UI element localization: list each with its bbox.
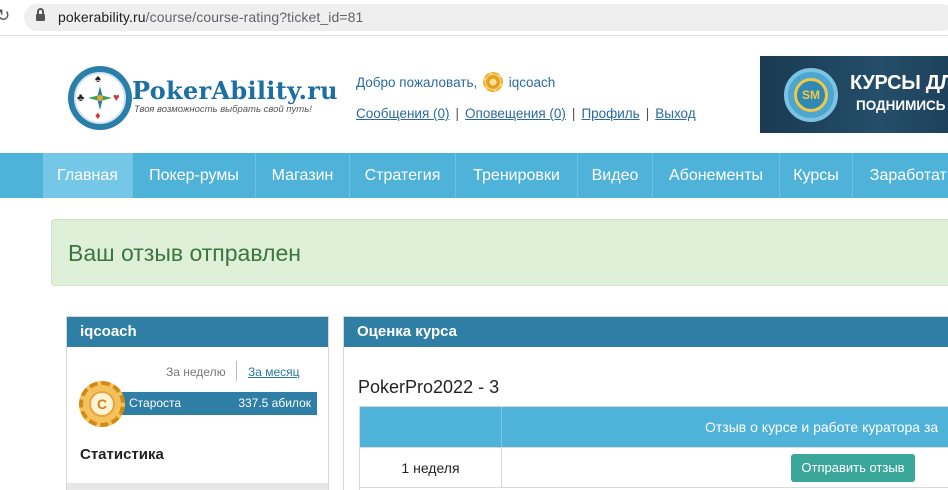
rank-points: 337.5 абилок (238, 396, 311, 410)
panel-footer (67, 483, 328, 490)
alert-message: Ваш отзыв отправлен (68, 240, 301, 266)
address-bar[interactable]: pokerability.ru/course/course-rating?tic… (24, 4, 948, 31)
logout-link[interactable]: Выход (655, 106, 695, 121)
nav-item-courses[interactable]: Курсы (780, 153, 853, 198)
nav-item-earn[interactable]: Заработать (853, 153, 948, 198)
heart-icon: ♥ (113, 92, 120, 104)
banner-logo-icon: SM (784, 68, 838, 122)
user-panel-title: iqcoach (67, 317, 328, 347)
rank-chip-icon: C (79, 381, 125, 427)
send-review-button[interactable]: Отправить отзыв (791, 454, 915, 482)
user-stats-panel: iqcoach За неделю За месяц Староста 337.… (66, 316, 329, 490)
period-week-tab[interactable]: За неделю (166, 365, 226, 379)
welcome-line: Добро пожаловать, iqcoach (356, 72, 555, 92)
rank-bar: Староста 337.5 абилок (103, 392, 317, 415)
course-rating-panel: Оценка курса PokerPro2022 - 3 Отзыв о ку… (343, 316, 948, 490)
welcome-text: Добро пожаловать, (356, 75, 478, 90)
success-alert: Ваш отзыв отправлен (51, 219, 948, 286)
nav-item-shop[interactable]: Магазин (256, 153, 350, 198)
nav-item-video[interactable]: Видео (578, 153, 653, 198)
browser-toolbar: ↻ pokerability.ru/course/course-rating?t… (0, 0, 948, 36)
nav-item-strategy[interactable]: Стратегия (350, 153, 456, 198)
week-cell: 1 неделя (360, 447, 502, 487)
table-header-cell: Отзыв о курсе и работе куратора за (502, 407, 948, 447)
row-divider (360, 487, 948, 488)
banner-subline: ПОДНИМИСЬ С МИ (856, 98, 948, 113)
spade-icon: ♠ (95, 73, 101, 85)
rank-name: Староста (129, 396, 182, 410)
table-row: Отправить отзыв (502, 447, 948, 487)
course-name: PokerPro2022 - 3 (358, 377, 500, 397)
nav-item-subscriptions[interactable]: Абонементы (653, 153, 780, 198)
brand-tagline: Твоя возможность выбрать свой путь! (134, 104, 312, 115)
period-month-tab[interactable]: За месяц (248, 365, 300, 379)
main-nav: Главная Покер-румы Магазин Стратегия Тре… (0, 153, 948, 198)
diamond-icon: ♦ (95, 110, 101, 122)
notifications-link[interactable]: Оповещения (0) (465, 106, 566, 121)
review-table: Отзыв о курсе и работе куратора за 1 нед… (359, 406, 948, 490)
period-divider (236, 361, 237, 381)
profile-link[interactable]: Профиль (581, 106, 639, 121)
welcome-username[interactable]: iqcoach (509, 75, 556, 90)
banner-headline: КУРСЫ ДЛЯ Н (850, 72, 948, 94)
compass-icon (88, 86, 112, 110)
url-text[interactable]: pokerability.ru/course/course-rating?tic… (58, 9, 363, 25)
nav-item-poker-rooms[interactable]: Покер-румы (133, 153, 256, 198)
course-panel-title: Оценка курса (344, 317, 948, 347)
courses-banner[interactable]: SM КУРСЫ ДЛЯ Н ПОДНИМИСЬ С МИ (760, 56, 948, 133)
lock-icon (36, 8, 45, 23)
club-icon: ♣ (77, 92, 85, 104)
nav-item-trainings[interactable]: Тренировки (456, 153, 578, 198)
site-logo-emblem[interactable]: ♠ ♥ ♦ ♣ (68, 66, 132, 130)
user-links: Сообщения (0) | Оповещения (0) | Профиль | Вых… (356, 106, 696, 121)
poker-chip-icon (483, 72, 504, 92)
table-header-cell (360, 407, 502, 447)
reload-icon[interactable]: ↻ (0, 6, 10, 26)
messages-link[interactable]: Сообщения (0) (356, 106, 450, 121)
nav-item-home[interactable]: Главная (43, 153, 133, 198)
stats-heading: Статистика (80, 446, 164, 463)
brand-name[interactable]: PokerAbility.ru (132, 76, 338, 105)
